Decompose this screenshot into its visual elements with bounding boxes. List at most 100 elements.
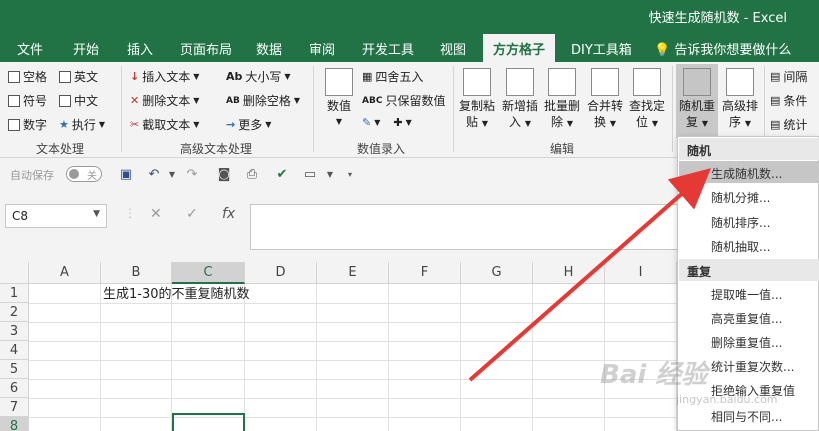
row-header-5[interactable]: 5 xyxy=(0,360,29,379)
insert-new-button[interactable]: 新增插入 ▼ xyxy=(499,68,541,132)
chevron-down-icon: ▼ xyxy=(265,120,272,129)
tell-me-search[interactable]: 💡 告诉我你想要做什么 xyxy=(654,39,791,58)
menu-item-count-duplicates[interactable]: 统计重复次数... xyxy=(679,354,819,376)
value-button[interactable]: 数值 ▼ xyxy=(322,68,356,130)
checkbox-symbol-label: 符号 xyxy=(23,94,48,108)
random-repeat-label: 随机重 xyxy=(678,99,715,113)
menu-item-extract-unique[interactable]: 提取唯一值... xyxy=(679,282,819,304)
formula-drag-handle[interactable]: ⋮ xyxy=(124,206,136,220)
column-header-i[interactable]: I xyxy=(605,262,677,284)
save-icon[interactable]: ▣ xyxy=(118,167,134,183)
menu-item-delete-duplicates[interactable]: 删除重复值... xyxy=(679,330,819,352)
keep-values-button[interactable]: ABC 只保留数值 xyxy=(362,92,445,109)
value-tools-button[interactable]: ✎ ▼ ✚ ▼ xyxy=(362,116,412,129)
row-header-1[interactable]: 1 xyxy=(0,284,29,303)
interval-button[interactable]: ▤ 间隔 xyxy=(770,68,807,85)
redo-icon[interactable]: ↷ xyxy=(184,167,200,183)
delete-space-button[interactable]: AB 删除空格 ▼ xyxy=(226,92,300,109)
selected-cell-c8[interactable] xyxy=(172,413,245,431)
select-all-corner[interactable] xyxy=(0,262,29,284)
tab-diy-toolbox[interactable]: DIY工具箱 xyxy=(571,39,632,58)
menu-item-reject-duplicates[interactable]: 拒绝输入重复值 xyxy=(679,378,819,400)
condition-icon: ▤ xyxy=(770,94,781,107)
checkbox-icon xyxy=(59,70,71,83)
checkbox-english[interactable]: 英文 xyxy=(59,68,98,85)
ribbon-divider xyxy=(121,66,122,152)
customize-qat-icon[interactable]: ▾ xyxy=(342,167,358,183)
column-header-d[interactable]: D xyxy=(245,262,317,284)
statistics-label: 统计 xyxy=(783,118,808,132)
checkbox-space[interactable]: 空格 xyxy=(8,68,47,85)
row-header-6[interactable]: 6 xyxy=(0,379,29,398)
name-box-value: C8 xyxy=(12,209,29,223)
column-header-b[interactable]: B xyxy=(101,262,172,284)
checkbox-chinese[interactable]: 中文 xyxy=(59,92,98,109)
menu-item-random-sample[interactable]: 随机抽取... xyxy=(679,234,819,256)
condition-button[interactable]: ▤ 条件 xyxy=(770,92,807,109)
merge-convert-button[interactable]: 合并转换 ▼ xyxy=(584,68,626,132)
cancel-icon[interactable]: ✕ xyxy=(150,206,162,222)
star-icon: ★ xyxy=(59,118,69,131)
batch-delete-button[interactable]: 批量删除 ▼ xyxy=(541,68,583,132)
row-header-7[interactable]: 7 xyxy=(0,398,29,417)
column-header-h[interactable]: H xyxy=(533,262,605,284)
copy-paste-label: 复制粘 xyxy=(458,99,495,113)
tab-file[interactable]: 文件 xyxy=(17,39,43,58)
tab-fangfangezi[interactable]: 方方格子 xyxy=(483,34,556,62)
chevron-down-icon[interactable]: ▼ xyxy=(322,167,338,183)
chevron-down-icon[interactable]: ▼ xyxy=(164,167,180,183)
enter-icon[interactable]: ✓ xyxy=(186,206,198,222)
tab-developer[interactable]: 开发工具 xyxy=(362,39,414,58)
delete-text-icon: ✕ xyxy=(130,94,140,107)
name-box[interactable]: C8 ▼ xyxy=(5,204,107,228)
tab-review[interactable]: 审阅 xyxy=(309,39,335,58)
tab-view[interactable]: 视图 xyxy=(440,39,466,58)
menu-item-highlight-duplicates[interactable]: 高亮重复值... xyxy=(679,306,819,328)
find-locate-button[interactable]: 查找定位 ▼ xyxy=(626,68,668,132)
form-icon[interactable]: ▭ xyxy=(302,167,318,183)
column-header-g[interactable]: G xyxy=(461,262,533,284)
more-button[interactable]: → 更多 ▼ xyxy=(226,116,271,133)
column-header-a[interactable]: A xyxy=(29,262,101,284)
tab-insert[interactable]: 插入 xyxy=(127,39,153,58)
row-header-8[interactable]: 8 xyxy=(0,417,29,431)
chevron-down-icon: ▼ xyxy=(524,119,531,128)
chevron-down-icon: ▼ xyxy=(193,72,200,81)
spell-check-icon[interactable]: ✔ xyxy=(274,167,290,183)
camera-icon[interactable]: ◙ xyxy=(216,167,232,183)
row-header-3[interactable]: 3 xyxy=(0,322,29,341)
checkbox-symbol[interactable]: 符号 xyxy=(8,92,47,109)
row-header-2[interactable]: 2 xyxy=(0,303,29,322)
execute-button[interactable]: ★ 执行 ▼ xyxy=(59,116,105,133)
cell-b1[interactable]: 生成1-30的不重复随机数 xyxy=(103,285,250,304)
copy-paste-button[interactable]: 复制粘贴 ▼ xyxy=(457,68,497,132)
tab-data[interactable]: 数据 xyxy=(256,39,282,58)
random-repeat-button[interactable]: 随机重复 ▼ xyxy=(676,68,718,132)
insert-function-icon[interactable]: fx xyxy=(222,206,235,222)
tab-page-layout[interactable]: 页面布局 xyxy=(180,39,232,58)
autosave-toggle[interactable]: 关 xyxy=(66,166,102,182)
column-header-c[interactable]: C xyxy=(172,262,245,284)
random-grid-icon xyxy=(683,68,711,96)
menu-item-random-sort[interactable]: 随机排序... xyxy=(679,210,819,232)
interval-icon: ▤ xyxy=(770,70,781,83)
extract-text-button[interactable]: ✂ 截取文本 ▼ xyxy=(130,116,199,133)
tab-home[interactable]: 开始 xyxy=(73,39,99,58)
column-header-f[interactable]: F xyxy=(389,262,461,284)
row-header-4[interactable]: 4 xyxy=(0,341,29,360)
menu-item-generate-random[interactable]: 生成随机数... xyxy=(679,161,819,183)
menu-item-same-different[interactable]: 相同与不同... xyxy=(679,404,819,426)
advanced-sort-button[interactable]: 高级排序 ▼ xyxy=(719,68,761,132)
column-header-e[interactable]: E xyxy=(317,262,389,284)
menu-item-random-allocate[interactable]: 随机分摊... xyxy=(679,185,819,207)
print-preview-icon[interactable]: ⎙ xyxy=(244,167,260,183)
insert-text-button[interactable]: ↓ 插入文本 ▼ xyxy=(130,68,199,85)
undo-icon[interactable]: ↶ xyxy=(146,167,162,183)
statistics-button[interactable]: ▤ 统计 xyxy=(770,116,807,133)
case-button[interactable]: Ab 大小写 ▼ xyxy=(226,68,291,85)
delete-text-button[interactable]: ✕ 删除文本 ▼ xyxy=(130,92,199,109)
group-label-text-processing: 文本处理 xyxy=(36,142,85,156)
checkbox-number[interactable]: 数字 xyxy=(8,116,47,133)
round-button[interactable]: ▦ 四舍五入 xyxy=(362,68,423,85)
execute-label: 执行 xyxy=(71,118,96,132)
